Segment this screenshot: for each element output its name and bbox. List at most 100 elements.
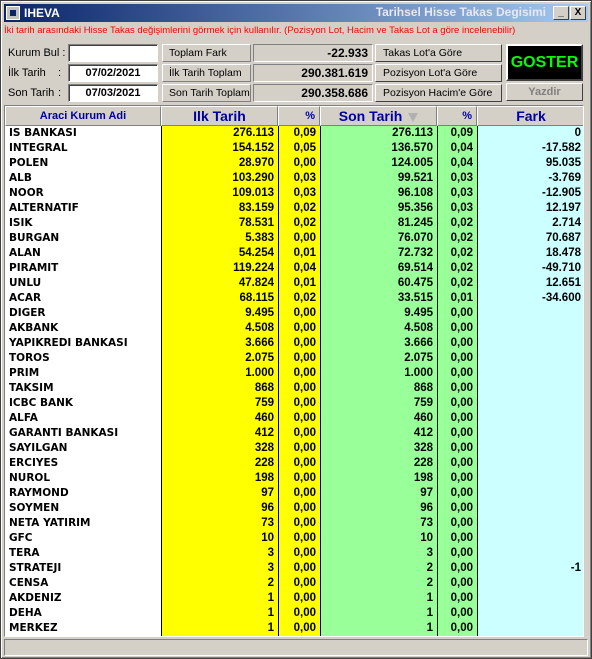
data-grid[interactable]: Araci Kurum Adi Ilk Tarih % Son Tarih % … <box>4 105 584 637</box>
ilk-tarih-field[interactable]: 07/02/2021 <box>68 64 158 82</box>
takas-lot-option[interactable]: Takas Lot'a Göre <box>375 44 502 62</box>
row-kurum-name: PIRAMIT <box>9 262 59 274</box>
table-row[interactable]: UNLU 47.824 0,01 60.475 0,02 12.651 <box>5 276 583 291</box>
row-ilk-tarih-value: 868 <box>254 382 274 394</box>
table-row[interactable]: CENSA 2 0,00 2 0,00 <box>5 576 583 591</box>
table-row[interactable]: GARANTI BANKASI 412 0,00 412 0,00 <box>5 426 583 441</box>
row-kurum-name: DIGER <box>9 307 46 319</box>
row-ilk-pct-value: 0,02 <box>293 202 316 214</box>
table-row[interactable]: NOOR 109.013 0,03 96.108 0,03 -12.905 <box>5 186 583 201</box>
table-row[interactable]: ACAR 68.115 0,02 33.515 0,01 -34.600 <box>5 291 583 306</box>
row-fark-value <box>477 471 581 486</box>
son-tarih-toplam-value: 290.358.686 <box>253 84 373 102</box>
row-son-pct-value: 0,00 <box>450 457 473 469</box>
son-tarih-field[interactable]: 07/03/2021 <box>68 84 158 102</box>
header-fark[interactable]: Fark <box>477 106 583 126</box>
kurum-bul-input[interactable] <box>68 44 158 62</box>
table-row[interactable]: TERA 3 0,00 3 0,00 <box>5 546 583 561</box>
row-ilk-pct-value: 0,00 <box>293 367 316 379</box>
row-son-pct-value: 0,00 <box>450 382 473 394</box>
row-ilk-tarih-value: 3 <box>267 547 274 559</box>
row-fark-value <box>477 336 581 351</box>
row-fark-value: 18.478 <box>545 247 581 259</box>
row-son-pct-value: 0,03 <box>450 202 473 214</box>
table-row[interactable]: MERKEZ 1 0,00 1 0,00 <box>5 621 583 636</box>
row-ilk-pct-value: 0,03 <box>293 172 316 184</box>
table-row[interactable]: IS BANKASI 276.113 0,09 276.113 0,09 0 <box>5 126 583 141</box>
header-son-tarih[interactable]: Son Tarih <box>320 106 437 126</box>
table-row[interactable]: NUROL 198 0,00 198 0,00 <box>5 471 583 486</box>
minimize-button[interactable]: _ <box>553 6 569 20</box>
pozisyon-lot-option[interactable]: Pozisyon Lot'a Göre <box>375 64 502 82</box>
table-row[interactable]: PIRAMIT 119.224 0,04 69.514 0,02 -49.710 <box>5 261 583 276</box>
main-window: IHEVA Tarihsel Hisse Takas Degisimi _ X … <box>0 0 592 659</box>
row-son-pct-value: 0,00 <box>450 442 473 454</box>
table-row[interactable]: DEHA 1 0,00 1 0,00 <box>5 606 583 621</box>
table-row[interactable]: YAPIKREDI BANKASI 3.666 0,00 3.666 0,00 <box>5 336 583 351</box>
row-fark-value: 12.651 <box>545 277 581 289</box>
table-body: IS BANKASI 276.113 0,09 276.113 0,09 0 INTEGRA… <box>5 126 583 636</box>
table-row[interactable]: TOROS 2.075 0,00 2.075 0,00 <box>5 351 583 366</box>
table-row[interactable]: BURGAN 5.383 0,00 76.070 0,02 70.687 <box>5 231 583 246</box>
row-ilk-pct-value: 0,01 <box>293 247 316 259</box>
close-button[interactable]: X <box>570 6 586 20</box>
row-kurum-name: ALB <box>9 172 32 184</box>
header-ilk-pct[interactable]: % <box>278 106 320 126</box>
row-ilk-tarih-value: 28.970 <box>238 157 274 169</box>
row-fark-value <box>477 606 581 621</box>
row-ilk-tarih-value: 1 <box>267 607 274 619</box>
table-row[interactable]: ALTERNATIF 83.159 0,02 95.356 0,03 12.197 <box>5 201 583 216</box>
table-row[interactable]: GFC 10 0,00 10 0,00 <box>5 531 583 546</box>
row-fark-value <box>477 366 581 381</box>
status-bar <box>4 639 588 656</box>
header-ilk-tarih[interactable]: Ilk Tarih <box>161 106 278 126</box>
yazdir-button[interactable]: Yazdir <box>506 83 583 101</box>
table-row[interactable]: ICBC BANK 759 0,00 759 0,00 <box>5 396 583 411</box>
row-ilk-pct-value: 0,00 <box>293 322 316 334</box>
row-ilk-pct-value: 0,09 <box>293 127 316 139</box>
row-son-pct-value: 0,04 <box>450 142 473 154</box>
row-son-tarih-value: 328 <box>413 442 433 454</box>
row-son-tarih-value: 2.075 <box>404 352 433 364</box>
row-ilk-pct-value: 0,00 <box>293 607 316 619</box>
title-bar[interactable]: IHEVA Tarihsel Hisse Takas Degisimi _ X <box>4 4 588 22</box>
table-row[interactable]: ALAN 54.254 0,01 72.732 0,02 18.478 <box>5 246 583 261</box>
header-name[interactable]: Araci Kurum Adi <box>5 106 161 126</box>
table-row[interactable]: STRATEJI 3 0,00 2 0,00 -1 <box>5 561 583 576</box>
row-fark-value <box>477 546 581 561</box>
row-ilk-pct-value: 0,00 <box>293 157 316 169</box>
row-son-pct-value: 0,00 <box>450 427 473 439</box>
header-son-pct[interactable]: % <box>437 106 477 126</box>
row-ilk-pct-value: 0,00 <box>293 547 316 559</box>
table-row[interactable]: POLEN 28.970 0,00 124.005 0,04 95.035 <box>5 156 583 171</box>
row-ilk-tarih-value: 5.383 <box>245 232 274 244</box>
table-row[interactable]: ERCIYES 228 0,00 228 0,00 <box>5 456 583 471</box>
row-son-tarih-value: 124.005 <box>391 157 433 169</box>
table-row[interactable]: ISIK 78.531 0,02 81.245 0,02 2.714 <box>5 216 583 231</box>
table-row[interactable]: SOYMEN 96 0,00 96 0,00 <box>5 501 583 516</box>
table-row[interactable]: ALB 103.290 0,03 99.521 0,03 -3.769 <box>5 171 583 186</box>
row-ilk-tarih-value: 103.290 <box>232 172 274 184</box>
row-son-pct-value: 0,00 <box>450 367 473 379</box>
table-row[interactable]: AKDENIZ 1 0,00 1 0,00 <box>5 591 583 606</box>
row-kurum-name: UNLU <box>9 277 42 289</box>
table-row[interactable]: SAYILGAN 328 0,00 328 0,00 <box>5 441 583 456</box>
row-kurum-name: TAKSIM <box>9 382 54 394</box>
row-son-pct-value: 0,09 <box>450 127 473 139</box>
table-row[interactable]: RAYMOND 97 0,00 97 0,00 <box>5 486 583 501</box>
pozisyon-hacim-option[interactable]: Pozisyon Hacim'e Göre <box>375 84 502 102</box>
row-ilk-tarih-value: 119.224 <box>233 262 274 274</box>
table-row[interactable]: ALFA 460 0,00 460 0,00 <box>5 411 583 426</box>
ilk-tarih-label: İlk Tarih <box>8 67 46 79</box>
goster-button[interactable]: GOSTER <box>506 44 583 81</box>
row-ilk-tarih-value: 460 <box>254 412 274 424</box>
row-son-tarih-value: 72.732 <box>397 247 433 259</box>
table-row[interactable]: AKBANK 4.508 0,00 4.508 0,00 <box>5 321 583 336</box>
row-ilk-tarih-value: 68.115 <box>239 292 274 304</box>
table-row[interactable]: NETA YATIRIM 73 0,00 73 0,00 <box>5 516 583 531</box>
table-row[interactable]: TAKSIM 868 0,00 868 0,00 <box>5 381 583 396</box>
table-row[interactable]: PRIM 1.000 0,00 1.000 0,00 <box>5 366 583 381</box>
table-row[interactable]: INTEGRAL 154.152 0,05 136.570 0,04 -17.582 <box>5 141 583 156</box>
row-son-pct-value: 0,02 <box>450 277 473 289</box>
table-row[interactable]: DIGER 9.495 0,00 9.495 0,00 <box>5 306 583 321</box>
